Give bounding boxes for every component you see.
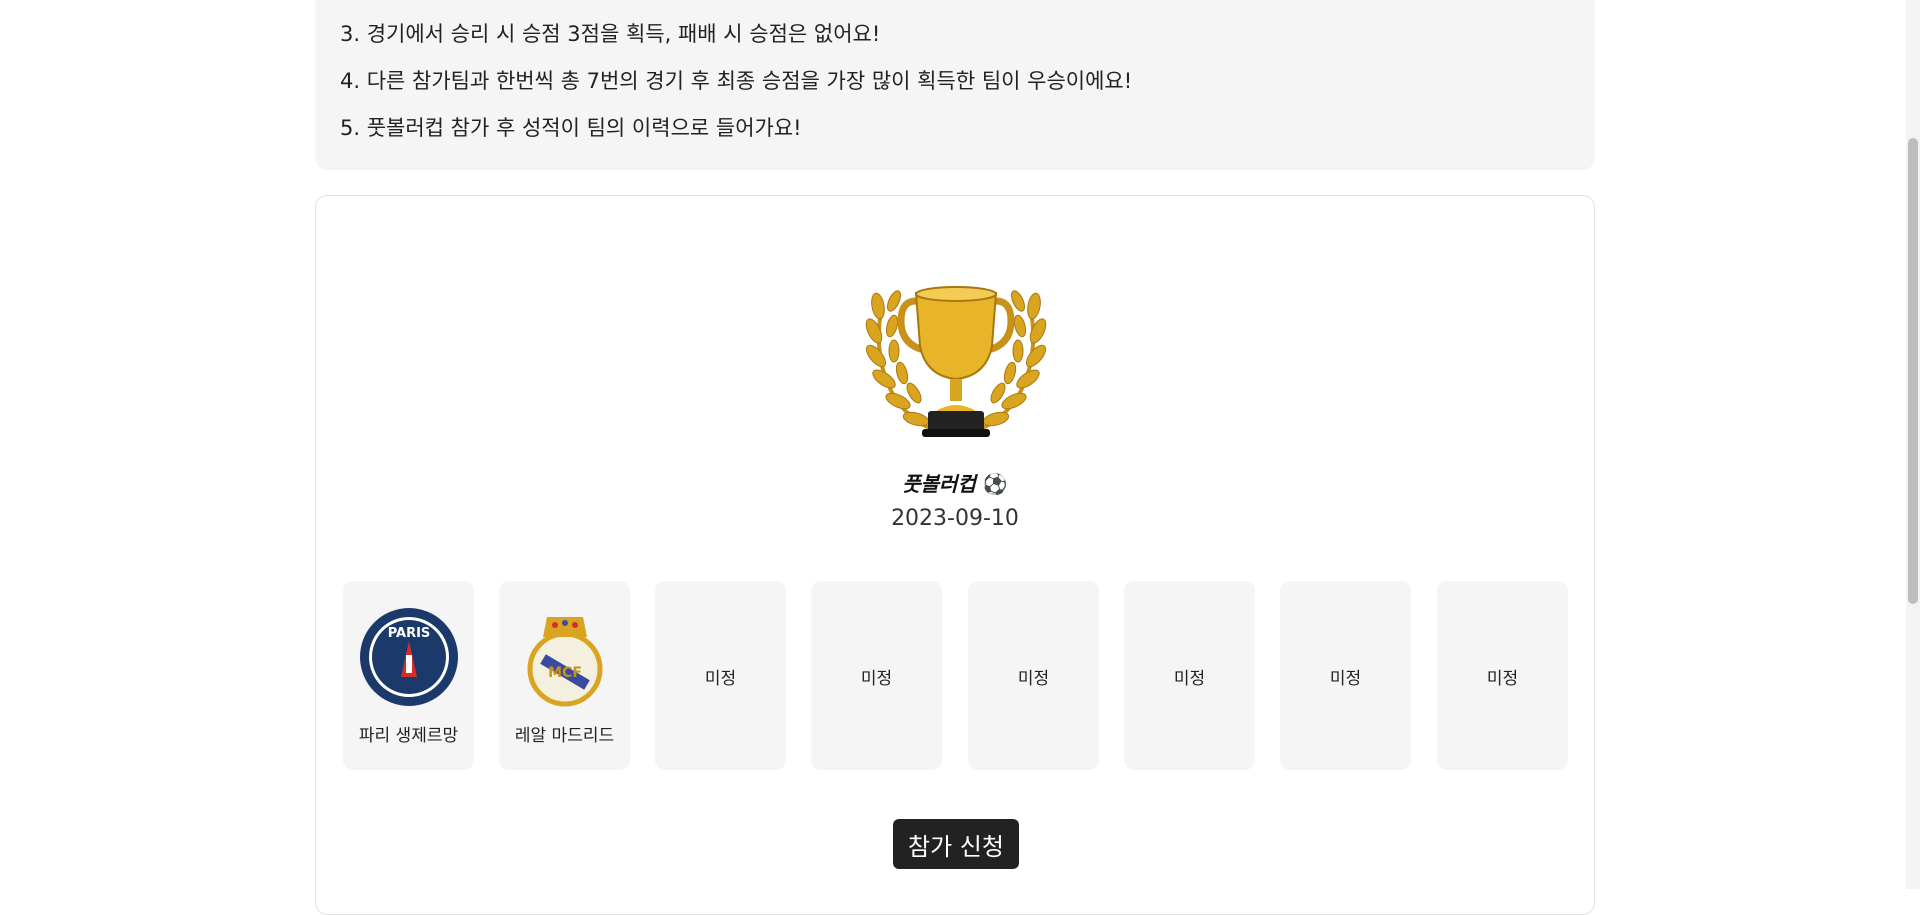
svg-text:MCF: MCF xyxy=(548,665,582,681)
rule-item-4: 4. 다른 참가팀과 한번씩 총 7번의 경기 후 최종 승점을 가장 많이 획… xyxy=(340,69,1133,93)
team-placeholder: 미정 xyxy=(1486,669,1519,689)
team-slot-empty[interactable]: 미정 xyxy=(1280,581,1411,770)
soccer-player-icon: ⚽ xyxy=(982,472,1008,496)
team-name: 레알 마드리드 xyxy=(514,726,615,746)
team-placeholder: 미정 xyxy=(1017,669,1050,689)
team-slot-empty[interactable]: 미정 xyxy=(1124,581,1255,770)
real-madrid-logo-icon: MCF xyxy=(527,617,603,707)
rules-panel: 3. 경기에서 승리 시 승점 3점을 획득, 패배 시 승점은 없어요! 4.… xyxy=(315,0,1595,170)
team-slot-empty[interactable]: 미정 xyxy=(968,581,1099,770)
trophy-icon xyxy=(865,286,1047,437)
cup-date: 2023-09-10 xyxy=(891,506,1019,531)
team-slot-empty[interactable]: 미정 xyxy=(655,581,786,770)
team-slot-real-madrid[interactable]: MCF 레알 마드리드 xyxy=(499,581,630,770)
scrollbar[interactable] xyxy=(1906,0,1920,889)
team-slot-psg[interactable]: PARIS 파리 생제르망 xyxy=(343,581,474,770)
scrollbar-thumb[interactable] xyxy=(1908,138,1918,604)
team-slot-empty[interactable]: 미정 xyxy=(1437,581,1568,770)
team-slot-empty[interactable]: 미정 xyxy=(811,581,942,770)
team-placeholder: 미정 xyxy=(1173,669,1206,689)
svg-text:PARIS: PARIS xyxy=(388,626,431,641)
team-placeholder: 미정 xyxy=(1329,669,1362,689)
team-placeholder: 미정 xyxy=(860,669,893,689)
rule-item-3: 3. 경기에서 승리 시 승점 3점을 획득, 패배 시 승점은 없어요! xyxy=(340,22,881,46)
cup-title: 풋볼러컵 ⚽ xyxy=(316,468,1594,497)
join-button[interactable]: 참가 신청 xyxy=(893,819,1019,869)
psg-logo-icon: PARIS xyxy=(360,608,458,706)
cup-title-text: 풋볼러컵 xyxy=(902,472,976,496)
team-placeholder: 미정 xyxy=(704,669,737,689)
cup-card: 풋볼러컵 ⚽ 2023-09-10 PARIS 파리 생제르망 MCF 레알 마… xyxy=(315,195,1595,915)
rule-item-5: 5. 풋볼러컵 참가 후 성적이 팀의 이력으로 들어가요! xyxy=(340,116,802,140)
team-name: 파리 생제르망 xyxy=(358,726,459,746)
